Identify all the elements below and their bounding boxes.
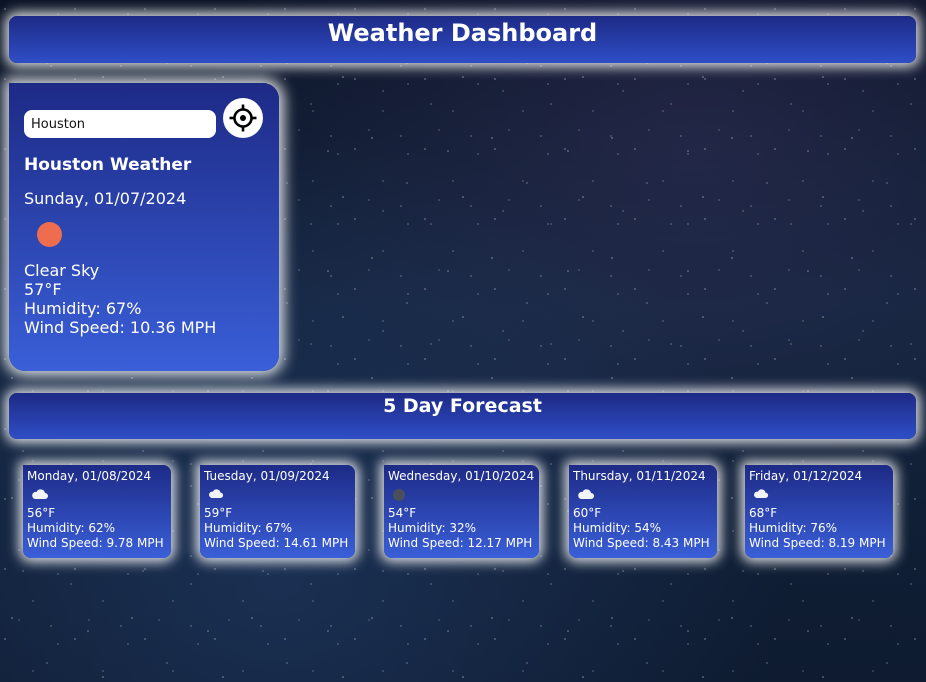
current-date: Sunday, 01/07/2024 bbox=[24, 189, 187, 208]
forecast-banner: 5 Day Forecast bbox=[9, 393, 916, 439]
forecast-card: Wednesday, 01/10/2024 54°F Humidity: 32%… bbox=[384, 465, 539, 558]
forecast-date: Tuesday, 01/09/2024 bbox=[204, 469, 330, 483]
forecast-humidity: Humidity: 32% bbox=[388, 521, 477, 535]
forecast-humidity: Humidity: 62% bbox=[27, 521, 116, 535]
forecast-temp: 59°F bbox=[204, 506, 233, 520]
forecast-wind: Wind Speed: 14.61 MPH bbox=[204, 536, 349, 550]
forecast-card: Tuesday, 01/09/2024 59°F Humidity: 67% W… bbox=[200, 465, 355, 558]
forecast-temp: 54°F bbox=[388, 506, 417, 520]
forecast-card: Friday, 01/12/2024 68°F Humidity: 76% Wi… bbox=[745, 465, 893, 558]
dark-cloud-icon bbox=[388, 484, 539, 506]
locate-button[interactable] bbox=[223, 98, 263, 138]
current-details: Clear Sky 57°F Humidity: 67% Wind Speed:… bbox=[24, 261, 216, 337]
forecast-wind: Wind Speed: 9.78 MPH bbox=[27, 536, 164, 550]
forecast-humidity: Humidity: 54% bbox=[573, 521, 662, 535]
cloud-icon bbox=[573, 484, 717, 506]
sun-icon bbox=[37, 222, 62, 247]
forecast-title: 5 Day Forecast bbox=[383, 395, 542, 417]
header-banner: Weather Dashboard bbox=[9, 16, 916, 63]
forecast-temp: 56°F bbox=[27, 506, 56, 520]
crosshair-icon bbox=[229, 104, 257, 132]
current-humidity: Humidity: 67% bbox=[24, 299, 142, 318]
forecast-date: Monday, 01/08/2024 bbox=[27, 469, 152, 483]
forecast-temp: 60°F bbox=[573, 506, 602, 520]
cloud-icon bbox=[749, 484, 893, 506]
forecast-date: Wednesday, 01/10/2024 bbox=[388, 469, 535, 483]
forecast-humidity: Humidity: 67% bbox=[204, 521, 293, 535]
city-search-input[interactable] bbox=[24, 110, 216, 138]
current-wind-speed: Wind Speed: 10.36 MPH bbox=[24, 318, 217, 337]
forecast-date: Thursday, 01/11/2024 bbox=[573, 469, 706, 483]
forecast-wind: Wind Speed: 8.19 MPH bbox=[749, 536, 886, 550]
forecast-date: Friday, 01/12/2024 bbox=[749, 469, 863, 483]
page-title: Weather Dashboard bbox=[327, 19, 598, 47]
cloud-icon bbox=[204, 484, 355, 506]
forecast-wind: Wind Speed: 8.43 MPH bbox=[573, 536, 710, 550]
forecast-temp: 68°F bbox=[749, 506, 778, 520]
forecast-humidity: Humidity: 76% bbox=[749, 521, 838, 535]
forecast-wind: Wind Speed: 12.17 MPH bbox=[388, 536, 533, 550]
current-temperature: 57°F bbox=[24, 280, 62, 299]
current-condition: Clear Sky bbox=[24, 261, 100, 280]
forecast-card: Thursday, 01/11/2024 60°F Humidity: 54% … bbox=[569, 465, 717, 558]
cloud-icon bbox=[27, 484, 171, 506]
current-weather-card: Houston Weather Sunday, 01/07/2024 Clear… bbox=[9, 83, 279, 371]
city-heading: Houston Weather bbox=[24, 155, 192, 175]
forecast-card: Monday, 01/08/2024 56°F Humidity: 62% Wi… bbox=[23, 465, 171, 558]
